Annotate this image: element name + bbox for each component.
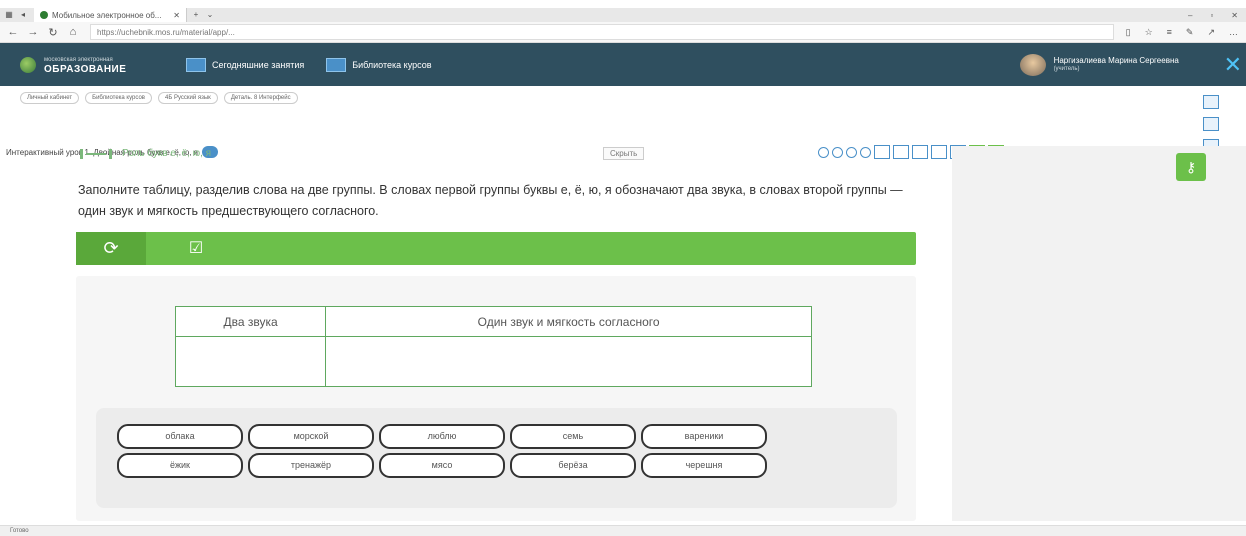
word-card[interactable]: мясо bbox=[379, 453, 505, 478]
key-icon[interactable]: ⚷ bbox=[1176, 153, 1206, 181]
step-icon[interactable] bbox=[832, 146, 843, 158]
status-bar: Готово bbox=[0, 525, 1246, 536]
back-arrow-icon[interactable]: ← bbox=[6, 26, 20, 38]
exercise-toolbar: ⟳ ☑ bbox=[76, 232, 916, 265]
breadcrumb-item[interactable]: Деталь. 8 Интерфейс bbox=[223, 92, 298, 104]
favorite-star-icon[interactable]: ☆ bbox=[1145, 27, 1153, 38]
avatar bbox=[1019, 53, 1046, 76]
favicon-icon bbox=[40, 11, 48, 19]
nav-course-library[interactable]: Библиотека курсов bbox=[326, 57, 432, 72]
calendar-icon bbox=[186, 57, 206, 72]
task-text: Заполните таблицу, разделив слова на две… bbox=[78, 183, 903, 218]
user-profile[interactable]: Наргизалиева Марина Сергеевна (учитель) bbox=[1019, 53, 1212, 76]
forward-arrow-icon[interactable]: → bbox=[26, 26, 40, 38]
maximize-icon[interactable]: ▫ bbox=[1210, 11, 1213, 20]
site-header: московская электронная ОБРАЗОВАНИЕ Сегод… bbox=[0, 43, 1246, 86]
reload-icon[interactable]: ↻ bbox=[46, 26, 60, 39]
window-close-icon[interactable]: ✕ bbox=[1231, 11, 1238, 20]
drop-zone-one-sound[interactable] bbox=[325, 336, 812, 387]
word-card[interactable]: морской bbox=[248, 424, 374, 449]
status-text: Готово bbox=[10, 528, 29, 534]
new-tab-icon[interactable]: + bbox=[191, 10, 201, 20]
nav-label: Библиотека курсов bbox=[352, 59, 432, 70]
step-icon[interactable] bbox=[860, 146, 871, 158]
prev-icon[interactable] bbox=[818, 146, 829, 158]
check-icon[interactable]: ☑ bbox=[146, 232, 260, 265]
breadcrumb: Личный кабинет Библиотека курсов 4Б Русс… bbox=[20, 92, 298, 104]
word-card[interactable]: берёза bbox=[510, 453, 636, 478]
close-lesson-icon[interactable]: ✕ bbox=[1224, 52, 1242, 78]
browser-tab-bar: ▦ ◂ Мобильное электронное об... ✕ + ⌄ – … bbox=[0, 8, 1246, 22]
slide-icon[interactable] bbox=[893, 145, 909, 159]
word-card[interactable]: вареники bbox=[641, 424, 767, 449]
user-role: (учитель) bbox=[1053, 65, 1080, 72]
hide-button[interactable]: Скрыть bbox=[603, 147, 645, 160]
step-icon[interactable] bbox=[846, 146, 857, 158]
tool-icon[interactable] bbox=[1203, 95, 1219, 109]
tab-close-icon[interactable]: ✕ bbox=[173, 11, 180, 20]
slide-icon[interactable] bbox=[874, 145, 890, 159]
word-card[interactable]: облака bbox=[117, 424, 243, 449]
right-panel bbox=[952, 146, 1246, 521]
column-header: Один звук и мягкость согласного bbox=[325, 306, 812, 337]
sidebar-icon[interactable]: ▦ bbox=[4, 10, 14, 20]
word-list: облака морской люблю семь вареники ёжик … bbox=[117, 424, 772, 478]
top-margin bbox=[0, 0, 1246, 8]
sorting-table: Два звука Один звук и мягкость согласног… bbox=[174, 306, 812, 387]
site-logo[interactable]: московская электронная ОБРАЗОВАНИЕ bbox=[20, 56, 180, 74]
section-header: Роль букв е, ё, ю, я bbox=[80, 148, 211, 159]
drop-zone-two-sounds[interactable] bbox=[174, 336, 327, 387]
tab-list-icon[interactable]: ⌄ bbox=[205, 10, 215, 20]
logo-title: ОБРАЗОВАНИЕ bbox=[44, 63, 127, 75]
nav-label: Сегодняшние занятия bbox=[212, 59, 305, 70]
tab-title: Мобильное электронное об... bbox=[52, 10, 162, 20]
slide-icon[interactable] bbox=[912, 145, 928, 159]
library-icon bbox=[326, 57, 347, 72]
reset-icon[interactable]: ⟳ bbox=[76, 232, 146, 265]
favorites-hub-icon[interactable]: ≡ bbox=[1167, 27, 1172, 38]
url-field[interactable]: https://uchebnik.mos.ru/material/app/... bbox=[90, 24, 1114, 40]
side-tools bbox=[1203, 95, 1219, 153]
reading-view-icon[interactable]: ▯ bbox=[1126, 27, 1131, 38]
nav-today-lessons[interactable]: Сегодняшние занятия bbox=[186, 57, 305, 72]
globe-logo-icon bbox=[20, 56, 36, 73]
share-icon[interactable]: ↗ bbox=[1207, 27, 1215, 38]
section-title: Роль букв е, ё, ю, я bbox=[122, 148, 212, 159]
home-icon[interactable]: ⌂ bbox=[66, 26, 80, 38]
word-card[interactable]: семь bbox=[510, 424, 636, 449]
word-card[interactable]: ёжик bbox=[117, 453, 243, 478]
user-name: Наргизалиева Марина Сергеевна bbox=[1053, 55, 1179, 65]
breadcrumb-item[interactable]: Библиотека курсов bbox=[85, 92, 152, 104]
pen-icon[interactable]: ✎ bbox=[1186, 27, 1194, 38]
breadcrumb-item[interactable]: Личный кабинет bbox=[20, 92, 80, 104]
browser-tab[interactable]: Мобильное электронное об... ✕ bbox=[34, 8, 187, 22]
word-card[interactable]: тренажёр bbox=[248, 453, 374, 478]
breadcrumb-item[interactable]: 4Б Русский язык bbox=[158, 92, 218, 104]
column-header: Два звука bbox=[174, 306, 327, 337]
minimize-icon[interactable]: – bbox=[1188, 11, 1192, 20]
word-card[interactable]: черешня bbox=[641, 453, 767, 478]
address-bar-row: ← → ↻ ⌂ https://uchebnik.mos.ru/material… bbox=[0, 22, 1246, 43]
section-icon bbox=[80, 148, 112, 159]
back-tabs-icon[interactable]: ◂ bbox=[18, 10, 28, 20]
more-icon[interactable]: … bbox=[1229, 27, 1238, 38]
slide-icon[interactable] bbox=[931, 145, 947, 159]
tool-icon[interactable] bbox=[1203, 117, 1219, 131]
word-card[interactable]: люблю bbox=[379, 424, 505, 449]
